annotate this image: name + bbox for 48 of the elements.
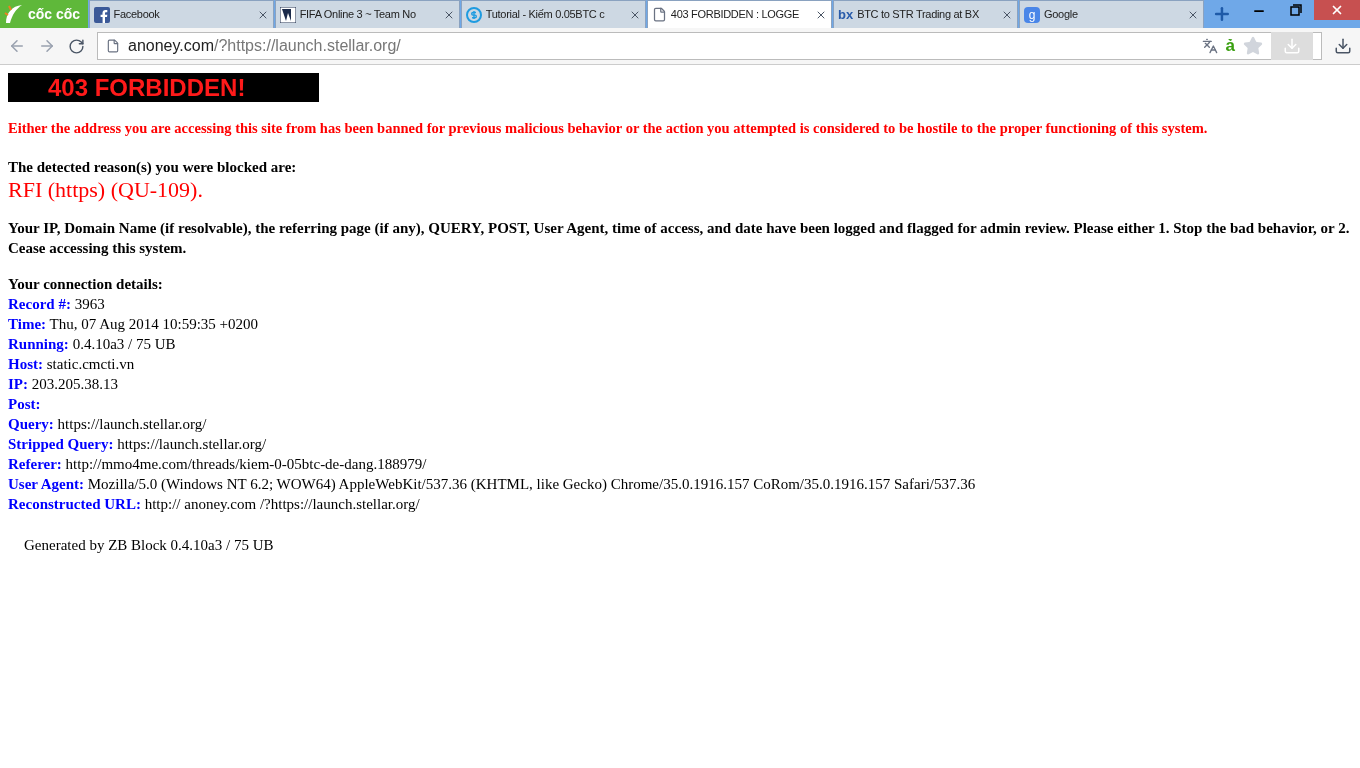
browser-tab[interactable]: Facebook <box>88 0 274 28</box>
detail-line: User Agent: Mozilla/5.0 (Windows NT 6.2; WOW64) AppleWebKit/537.36 (KHTML, like Gecko) Chrome/35.0.1916.157 CoRom/35.0.1916.157 Safari/537.36 <box>8 475 977 495</box>
detail-line: Post: <box>8 395 42 415</box>
google-logo: g <box>1024 6 1041 23</box>
details-heading: Your connection details: <box>8 275 164 295</box>
detail-line: Running: 0.4.10a3 / 75 UB <box>8 335 177 355</box>
download-icon <box>1283 37 1301 55</box>
detail-line: Query: https://launch.stellar.org/ <box>8 415 208 435</box>
address-bar[interactable]: anoney.com/?https://launch.stellar.org/ ả <box>97 32 1322 60</box>
close-window-button[interactable] <box>1314 0 1360 20</box>
tab-title: 403 FORBIDDEN : LOGGE <box>670 7 801 23</box>
browser-tab[interactable]: 403 FORBIDDEN : LOGGE <box>646 0 832 28</box>
url-text: anoney.com/?https://launch.stellar.org/ <box>128 36 401 56</box>
browser-tab[interactable]: g Google <box>1019 0 1205 28</box>
tab-title: FIFA Online 3 ~ Team No <box>299 7 417 23</box>
star-icon[interactable] <box>1243 36 1263 56</box>
detail-line: IP: 203.205.38.13 <box>8 375 119 395</box>
footer-text: Generated by ZB Block 0.4.10a3 / 75 UB <box>24 536 275 556</box>
reason-label: The detected reason(s) you were blocked are: <box>8 157 298 177</box>
error-banner: 403 FORBIDDEN! <box>8 73 319 102</box>
browser-tab[interactable]: Tutorial - Kiếm 0.05BTC c <box>460 0 646 28</box>
detail-line: Record #: 3963 <box>8 295 106 315</box>
detail-line: Reconstructed URL: http:// anoney.com /?https://launch.stellar.org/ <box>8 495 421 515</box>
reload-icon[interactable] <box>68 37 85 55</box>
browser-tab[interactable]: bx BTC to STR Trading at BX <box>832 0 1019 28</box>
shield-icon <box>279 6 296 23</box>
restore-icon[interactable] <box>1290 4 1303 16</box>
logo-text: cốc cốc <box>28 4 81 24</box>
download-icon[interactable] <box>1334 37 1352 55</box>
facebook-icon <box>93 6 110 23</box>
browser-tab[interactable]: FIFA Online 3 ~ Team No <box>274 0 460 28</box>
tab-title: BTC to STR Trading at BX <box>857 7 980 23</box>
leaf-icon <box>4 3 24 25</box>
coin-icon <box>465 6 482 23</box>
notice-text: Your IP, Domain Name (if resolvable), the referring page (if any), QUERY, POST, User Agent, time of access, and date have been logged and flagged for admin review. Please either 1. Stop the bad behavior, or 2. Cease accessing this system. <box>8 219 1351 259</box>
warning-text: Either the address you are accessing this site from has been banned for previous malicious behavior or the action you attempted is considered to be hostile to the proper functioning of this system. <box>8 119 1209 138</box>
tab-title: Google <box>1044 7 1079 23</box>
page-icon <box>106 39 120 53</box>
detail-line: Referer: http://mmo4me.com/threads/kiem-0-05btc-de-dang.188979/ <box>8 455 428 475</box>
detail-line: Stripped Query: https://launch.stellar.org/ <box>8 435 268 455</box>
page-icon <box>651 7 667 22</box>
detail-line: Host: static.cmcti.vn <box>8 355 136 375</box>
translate-icon[interactable] <box>1201 38 1218 54</box>
tab-title: Tutorial - Kiếm 0.05BTC c <box>485 7 606 23</box>
reason-text: RFI (https) (QU-109). <box>8 178 204 203</box>
detail-line: Time: Thu, 07 Aug 2014 10:59:35 +0200 <box>8 315 259 335</box>
tab-title: Facebook <box>113 7 161 23</box>
site-logo: bx <box>837 5 854 24</box>
